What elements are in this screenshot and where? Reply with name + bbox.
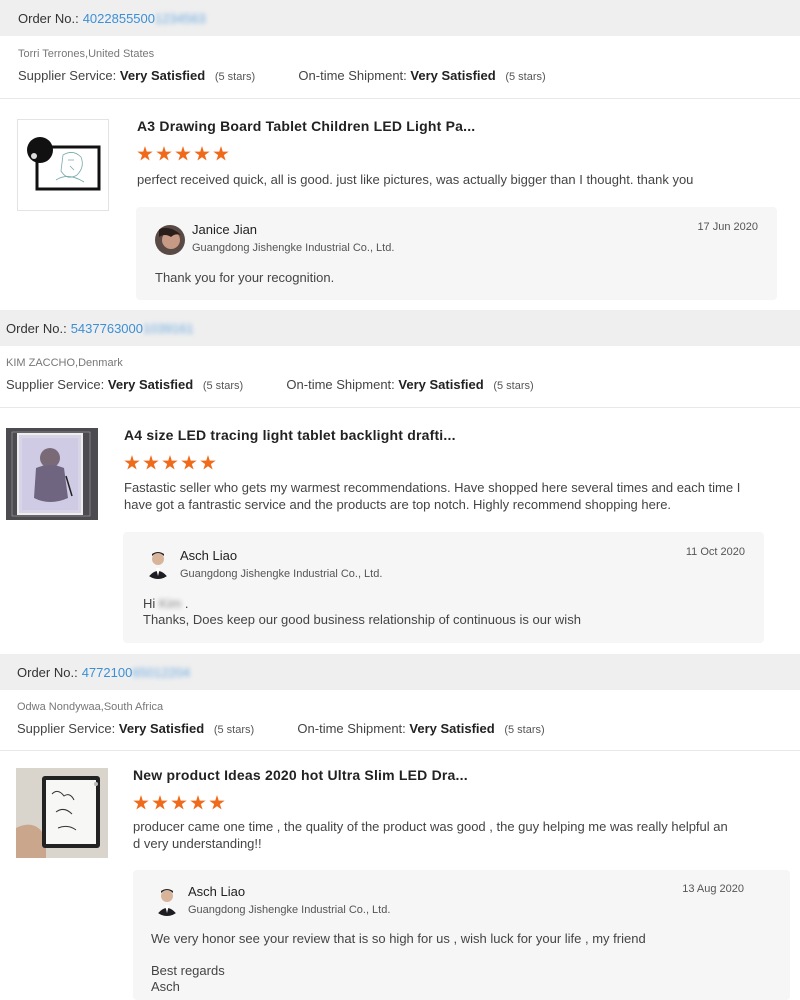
star-icon xyxy=(133,795,149,810)
buyer-info: Torri Terrones,United States Supplier Se… xyxy=(0,48,800,83)
buyer-name: KIM ZACCHO,Denmark xyxy=(6,357,123,369)
star-icon xyxy=(137,146,153,161)
avatar xyxy=(152,886,182,916)
reply-company: Guangdong Jishengke Industrial Co., Ltd. xyxy=(188,904,391,916)
avatar xyxy=(143,549,173,579)
buyer-info: Odwa Nondywaa,South Africa Supplier Serv… xyxy=(0,701,800,736)
reply-author: Asch Liao xyxy=(180,548,238,563)
divider xyxy=(0,98,800,99)
reply-text: Best regards xyxy=(151,963,225,978)
reply-date: 11 Oct 2020 xyxy=(685,546,745,558)
star-icon xyxy=(152,795,168,810)
service-ratings: Supplier Service: Very Satisfied (5 star… xyxy=(6,377,534,392)
order-header: Order No.: 477210065012204 xyxy=(0,654,800,690)
seller-reply: Asch Liao Guangdong Jishengke Industrial… xyxy=(133,870,790,1000)
reply-text: Asch xyxy=(151,979,180,994)
star-icon xyxy=(124,455,140,470)
product-title[interactable]: A4 size LED tracing light tablet backlig… xyxy=(124,427,456,443)
review-text: producer came one time , the quality of … xyxy=(133,819,728,851)
star-icon xyxy=(209,795,225,810)
buyer-info: KIM ZACCHO,Denmark Supplier Service: Ver… xyxy=(0,357,800,392)
order-label: Order No.: xyxy=(6,320,67,336)
star-icon xyxy=(156,146,172,161)
buyer-name: Odwa Nondywaa,South Africa xyxy=(17,701,164,713)
reply-text: Thanks, Does keep our good business rela… xyxy=(143,612,581,627)
reply-author: Asch Liao xyxy=(188,884,246,899)
rating-stars xyxy=(124,455,216,471)
seller-reply: Asch Liao Guangdong Jishengke Industrial… xyxy=(123,532,764,643)
review-text: Fastastic seller who gets my warmest rec… xyxy=(124,480,741,512)
star-icon xyxy=(143,455,159,470)
star-icon xyxy=(181,455,197,470)
product-image[interactable] xyxy=(17,119,109,211)
order-number-link[interactable]: 477210065012204 xyxy=(82,665,190,680)
rating-stars xyxy=(133,795,225,811)
order-label: Order No.: xyxy=(17,664,78,680)
star-icon xyxy=(162,455,178,470)
review-text: perfect received quick, all is good. jus… xyxy=(137,172,694,187)
reply-text: We very honor see your review that is so… xyxy=(151,931,646,946)
reply-date: 17 Jun 2020 xyxy=(697,221,758,233)
buyer-name: Torri Terrones,United States xyxy=(18,48,155,60)
seller-reply: Janice Jian Guangdong Jishengke Industri… xyxy=(136,207,777,300)
order-label: Order No.: xyxy=(18,10,79,26)
order-header: Order No.: 54377630001039161 xyxy=(0,310,800,346)
product-image[interactable] xyxy=(16,768,108,858)
reply-date: 13 Aug 2020 xyxy=(682,883,744,895)
product-title[interactable]: A3 Drawing Board Tablet Children LED Lig… xyxy=(137,118,475,134)
reply-company: Guangdong Jishengke Industrial Co., Ltd. xyxy=(192,242,395,254)
reply-company: Guangdong Jishengke Industrial Co., Ltd. xyxy=(180,568,383,580)
service-ratings: Supplier Service: Very Satisfied (5 star… xyxy=(17,721,545,736)
product-title[interactable]: New product Ideas 2020 hot Ultra Slim LE… xyxy=(133,767,468,783)
service-ratings: Supplier Service: Very Satisfied (5 star… xyxy=(18,68,546,83)
divider xyxy=(0,407,800,408)
order-number-link[interactable]: 40228555001234563 xyxy=(83,11,206,26)
star-icon xyxy=(175,146,191,161)
order-number-link[interactable]: 54377630001039161 xyxy=(71,321,194,336)
rating-stars xyxy=(137,146,229,162)
reply-text: Thank you for your recognition. xyxy=(155,270,335,285)
star-icon xyxy=(213,146,229,161)
reply-author: Janice Jian xyxy=(192,222,258,237)
reply-greeting: Hi Kim . xyxy=(143,596,189,611)
order-header: Order No.: 40228555001234563 xyxy=(0,0,800,36)
star-icon xyxy=(190,795,206,810)
star-icon xyxy=(200,455,216,470)
avatar xyxy=(155,225,185,255)
divider xyxy=(0,750,800,751)
product-image[interactable] xyxy=(6,428,98,520)
star-icon xyxy=(171,795,187,810)
star-icon xyxy=(194,146,210,161)
